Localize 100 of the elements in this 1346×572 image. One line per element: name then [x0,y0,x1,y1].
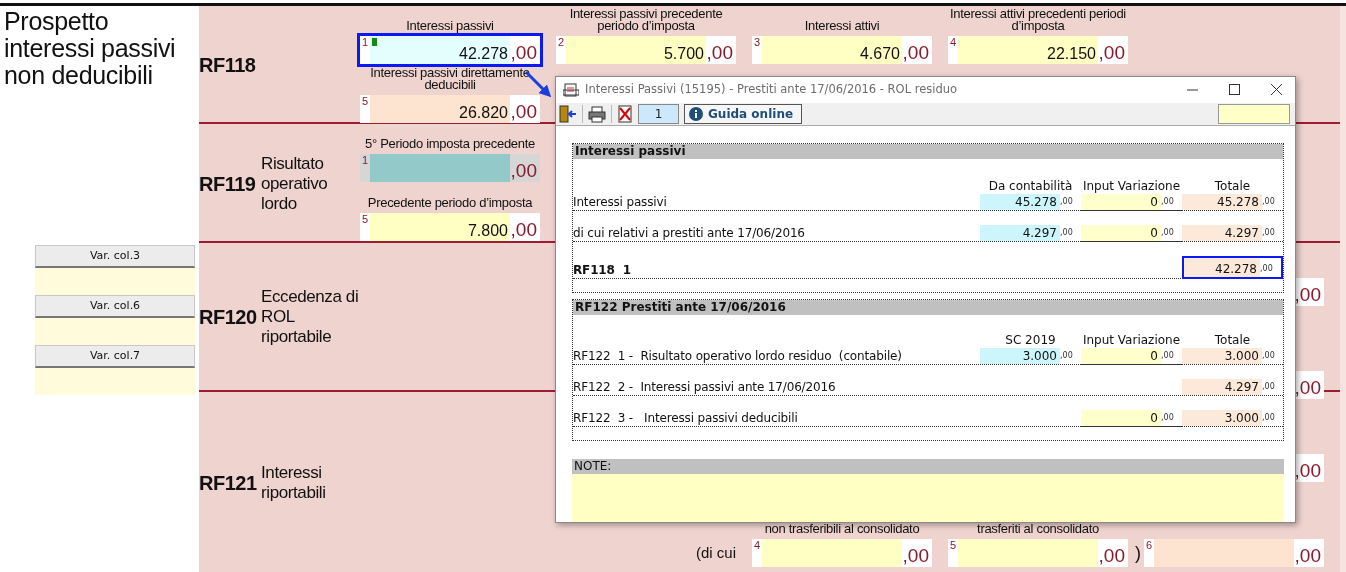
amount-text: 26.820 [459,103,508,123]
variation-button[interactable]: Var. col.6 [35,295,195,318]
window-title: Interessi Passivi (15195) - Prestiti ante 17/06/2016 - ROL residuo [585,81,959,99]
row-code: RF120 [199,304,257,330]
row-label: Risultato operativo lordo [261,153,329,214]
field-number: 6 [1145,539,1154,553]
close-icon[interactable] [1271,84,1282,96]
decimals-text: ,00 [1060,196,1074,208]
column-header: Totale [1213,179,1252,194]
amount-field[interactable]: 0 [1081,410,1161,426]
row-label: Interessi riportabili [261,462,327,503]
field-number: 3 [753,36,762,50]
column-header: Input Variazione [1081,179,1182,194]
decimals-text: ,00 [1161,350,1175,362]
bracket-text: ) [1135,542,1141,565]
field-number: 4 [753,539,762,553]
field-label: Interessi attivi [804,20,880,32]
value-field[interactable] [35,318,195,345]
amount-text: 5.700 [663,44,704,64]
row-code: RF119 [199,171,256,197]
amount-field[interactable]: 22.150 [958,36,1098,64]
field-label: Interessi passivi direttamente deducibili [369,67,531,91]
print-icon[interactable] [588,104,606,123]
row-code: RF121 [199,470,257,496]
amount-field[interactable]: 4.297 [980,225,1060,241]
section-header: NOTE: [572,459,1284,474]
exit-icon[interactable] [559,104,577,123]
variation-button[interactable]: Var. col.7 [35,345,195,368]
amount-field[interactable] [762,539,902,567]
row-label: RF118 1 [573,263,632,278]
amount-text: 42.278 [459,44,508,64]
column-header: SC 2019 [1004,333,1057,348]
amount-text: 7.800 [467,221,508,241]
maximize-icon[interactable] [1229,84,1240,96]
amount-field[interactable]: 7.800 [370,213,510,241]
decimals-text: ,00 [1294,376,1322,399]
decimals-text: ,00 [706,41,734,64]
amount-field[interactable]: 45.278 [980,194,1060,210]
amount-field[interactable]: 0 [1081,194,1161,210]
column-header: Input Variazione [1081,333,1182,348]
decimals-text: ,00 [1161,412,1175,424]
row-label: RF122 1 - Risultato operativo lordo residuo (contabile) [573,349,903,364]
decimals-text: ,00 [510,41,538,64]
amount-field[interactable] [958,539,1098,567]
page-field[interactable]: 1 [638,103,679,124]
row-label: di cui relativi a prestiti ante 17/06/2016 [573,226,806,241]
amount-field[interactable]: 42.278 [1184,258,1260,277]
decimals-text: ,00 [1294,459,1322,482]
column-header: Da contabilità [987,179,1074,194]
app-icon [563,82,579,97]
amount-field[interactable]: 42.278 [370,36,510,64]
decimals-text: ,00 [1294,283,1322,306]
amount-field[interactable]: 4.670 [762,36,902,64]
decimals-text: ,00 [1260,263,1274,275]
decimals-text: ,00 [1262,350,1276,362]
amount-field[interactable]: 3.000 [1182,348,1262,364]
decimals-text: ,00 [1262,412,1276,424]
amount-field[interactable]: 3.000 [980,348,1060,364]
amount-field[interactable]: 0 [1081,348,1161,364]
delete-icon[interactable] [617,104,633,123]
field-label: Interessi attivi precedenti periodi d’imposta [949,8,1127,32]
variation-button[interactable]: Var. col.3 [35,245,195,268]
decimals-text: ,00 [902,41,930,64]
row-label: RF122 2 - Interessi passivi ante 17/06/2016 [573,380,837,395]
field-number: 5 [949,539,958,553]
amount-field[interactable]: 5.700 [566,36,706,64]
decimals-text: ,00 [1161,227,1175,239]
amount-field[interactable]: 0 [1081,225,1161,241]
field-label: trasferiti al consolidato [977,523,1099,535]
field-label: Interessi passivi precedente periodo d’imposta [568,8,724,32]
field-number: 1 [361,154,370,168]
decimals-text: ,00 [510,100,538,123]
amount-field[interactable]: 26.820 [370,95,510,123]
section-header: RF122 Prestiti ante 17/06/2016 [573,300,1283,315]
decimals-text: ,00 [1262,381,1276,393]
amount-text: 4.670 [859,44,900,64]
field-number: 4 [949,36,958,50]
amount-field[interactable] [1154,539,1294,567]
toolbar-field[interactable] [1218,103,1290,124]
decimals-text: ,00 [902,544,930,567]
row-label: Interessi passivi [573,195,668,210]
field-number: 2 [557,36,566,50]
decimals-text: ,00 [1262,196,1276,208]
amount-field[interactable]: 3.000 [1182,410,1262,426]
column-header: Totale [1213,333,1252,348]
amount-field[interactable]: 45.278 [1182,194,1262,210]
amount-field[interactable]: 4.297 [1182,379,1262,395]
section-header: Interessi passivi [573,144,1283,159]
row-label: Eccedenza di ROL riportabile [261,286,360,347]
amount-field[interactable]: 4.297 [1182,225,1262,241]
row-label: RF122 3 - Interessi passivi deducibili [573,411,799,426]
row-code: RF118 [199,53,256,78]
help-button[interactable]: Guida online [684,103,803,124]
field-number: 1 [361,36,370,50]
field-label: non trasferibili al consolidato [764,523,920,535]
amount-field[interactable] [370,154,510,182]
value-field[interactable] [35,268,195,295]
notes-field[interactable] [572,474,1284,522]
value-field[interactable] [35,368,195,395]
decimals-text: ,00 [1294,544,1322,567]
